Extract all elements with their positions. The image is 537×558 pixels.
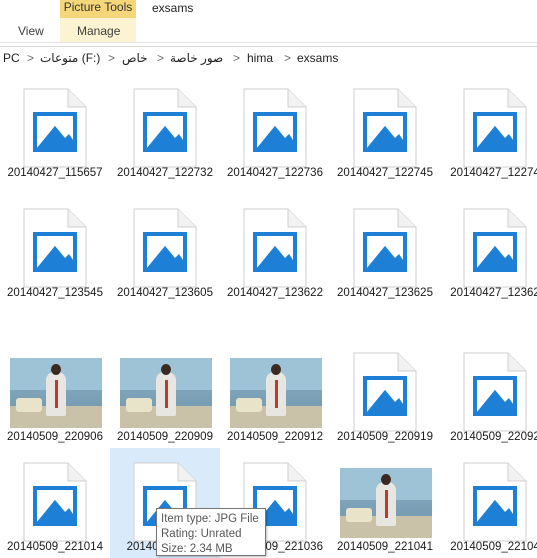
breadcrumb-private[interactable]: خاص — [122, 51, 148, 65]
file-item[interactable]: 20140427_115657 — [0, 74, 110, 186]
photo-thumbnail — [10, 358, 102, 428]
image-file-icon — [133, 88, 197, 168]
file-name: 20140509_221014 — [7, 541, 103, 553]
tooltip-item-type: Item type: JPG File — [161, 513, 259, 525]
file-name: 20140509_220912 — [227, 431, 323, 443]
file-name: 20140427_123545 — [7, 287, 103, 299]
file-name: 20140427_12274 — [450, 167, 537, 179]
breadcrumb-drive[interactable]: متوعات (F:) — [40, 51, 100, 65]
ribbon: Picture Tools View Manage exsams — [0, 0, 537, 43]
file-item[interactable]: 20140509_221014 — [0, 448, 110, 558]
image-file-icon — [243, 208, 307, 288]
image-file-icon — [463, 208, 527, 288]
file-item[interactable]: 20140427_123625 — [330, 194, 440, 306]
image-file-icon — [463, 352, 527, 432]
file-name: 20140427_115657 — [7, 167, 103, 179]
file-name: 20140509_221041 — [337, 541, 433, 553]
tooltip-size: Size: 2.34 MB — [161, 543, 233, 555]
image-file-icon — [243, 88, 307, 168]
file-item[interactable]: 20140427_12274 — [440, 74, 537, 186]
file-name: 20140427_123625 — [337, 287, 433, 299]
window-title: exsams — [152, 1, 194, 15]
breadcrumb-separator[interactable]: > — [233, 51, 240, 65]
file-name: 20140427_123605 — [117, 287, 213, 299]
breadcrumb-pc[interactable]: PC — [3, 51, 20, 65]
picture-tools-label: Picture Tools — [60, 0, 136, 18]
tab-manage[interactable]: Manage — [77, 24, 120, 38]
tab-view[interactable]: View — [18, 24, 44, 38]
breadcrumb-separator[interactable]: > — [27, 51, 34, 65]
file-name: 20140427_12362 — [450, 287, 537, 299]
file-item[interactable]: 20140427_123622 — [220, 194, 330, 306]
file-item[interactable]: 20140427_12362 — [440, 194, 537, 306]
file-item[interactable]: 20140427_122736 — [220, 74, 330, 186]
file-item[interactable]: 20140509_22092 — [440, 338, 537, 450]
file-item[interactable]: 20140427_123545 — [0, 194, 110, 306]
image-file-icon — [463, 462, 527, 542]
file-name: 20140509_22092 — [450, 431, 537, 443]
file-name: 20140509_220919 — [337, 431, 433, 443]
file-name: 20140509_220909 — [117, 431, 213, 443]
image-file-icon — [463, 88, 527, 168]
file-name: 20140427_122745 — [337, 167, 433, 179]
breadcrumb-separator[interactable]: > — [284, 51, 291, 65]
file-item[interactable]: 20140427_123605 — [110, 194, 220, 306]
photo-thumbnail — [340, 468, 432, 538]
file-item[interactable]: 20140427_122732 — [110, 74, 220, 186]
image-file-icon — [23, 88, 87, 168]
file-item[interactable]: 20140509_220919 — [330, 338, 440, 450]
file-name: 20140427_122732 — [117, 167, 213, 179]
file-item[interactable]: 20140509_220912 — [220, 338, 330, 450]
file-name: 20140427_123622 — [227, 287, 323, 299]
breadcrumb-exsams[interactable]: exsams — [297, 51, 338, 65]
file-item[interactable]: 20140509_22104 — [440, 448, 537, 558]
photo-thumbnail — [230, 358, 322, 428]
image-file-icon — [353, 208, 417, 288]
image-file-icon — [353, 88, 417, 168]
file-item[interactable]: 20140427_122745 — [330, 74, 440, 186]
image-file-icon — [23, 208, 87, 288]
file-name: 20140509_220906 — [7, 431, 103, 443]
tooltip-rating: Rating: Unrated — [161, 528, 242, 540]
image-file-icon — [23, 462, 87, 542]
file-tooltip: Item type: JPG File Rating: Unrated Size… — [156, 508, 266, 556]
breadcrumb-separator[interactable]: > — [108, 51, 115, 65]
image-file-icon — [353, 352, 417, 432]
file-grid[interactable]: 20140427_115657 20140427_122732 20140427_1… — [0, 70, 537, 558]
file-item[interactable]: 20140509_221041 — [330, 448, 440, 558]
breadcrumb-private-photos[interactable]: صور خاصة — [170, 51, 223, 65]
image-file-icon — [133, 208, 197, 288]
address-bar[interactable]: PC > متوعات (F:) > خاص > صور خاصة > hima… — [0, 46, 537, 71]
file-name: 20140427_122736 — [227, 167, 323, 179]
breadcrumb-hima[interactable]: hima — [247, 51, 273, 65]
file-name: 20140509_22104 — [450, 541, 537, 553]
file-item[interactable]: 20140509_220906 — [0, 338, 110, 450]
breadcrumb-separator[interactable]: > — [157, 51, 164, 65]
photo-thumbnail — [120, 358, 212, 428]
file-item[interactable]: 20140509_220909 — [110, 338, 220, 450]
